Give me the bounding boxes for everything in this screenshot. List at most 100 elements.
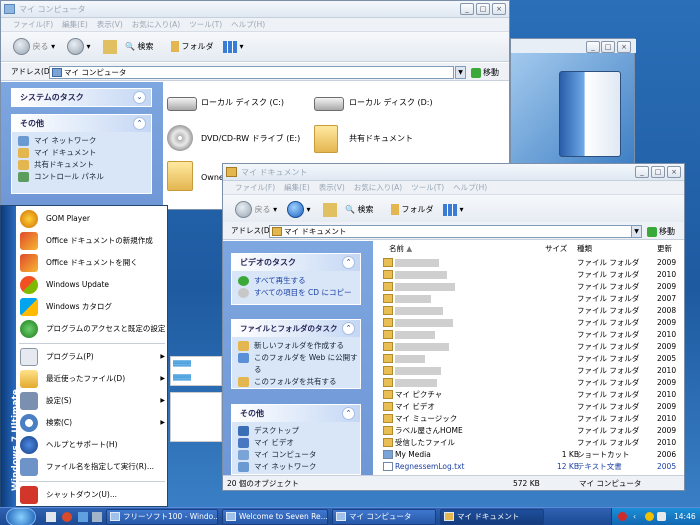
start-button[interactable]	[6, 508, 36, 525]
help-support-item[interactable]: ヘルプとサポート(H)	[16, 434, 169, 456]
file-row[interactable]: マイ ミュージック ファイル フォルダ 2010	[381, 413, 684, 425]
menu-file[interactable]: ファイル(F)	[235, 183, 275, 192]
file-row[interactable]: マイ ビデオ ファイル フォルダ 2009	[381, 401, 684, 413]
collapse-chevron-icon[interactable]: ⌃	[342, 322, 355, 335]
tray-icon[interactable]	[618, 512, 627, 521]
my-documents-titlebar[interactable]: マイ ドキュメント	[223, 164, 684, 181]
shared-documents-item[interactable]: 共有ドキュメント	[349, 133, 413, 145]
file-row[interactable]: ラベル屋さんHOME ファイル フォルダ 2009	[381, 425, 684, 437]
views-button[interactable]: ▾	[223, 38, 244, 56]
share-folder-link[interactable]: このフォルダを共有する	[232, 376, 360, 388]
bg-maximize-button[interactable]: □	[601, 41, 615, 53]
file-row[interactable]: RegnessemLog.txt 12 KB テキスト文書 2005	[381, 461, 684, 473]
forward-button[interactable]: ▾	[287, 201, 311, 219]
close-button[interactable]: ×	[667, 166, 681, 178]
other-places-header[interactable]: その他 ⌃	[12, 115, 151, 132]
go-button[interactable]: 移動	[471, 66, 499, 79]
file-row[interactable]: ファイル フォルダ 2009	[381, 341, 684, 353]
menu-view[interactable]: 表示(V)	[97, 20, 123, 29]
go-button[interactable]: 移動	[647, 225, 675, 238]
menu-file[interactable]: ファイル(F)	[13, 20, 53, 29]
file-row[interactable]: ファイル フォルダ 2010	[381, 329, 684, 341]
back-button[interactable]: 戻る ▾	[235, 201, 277, 219]
drive-e[interactable]: DVD/CD-RW ドライブ (E:)	[201, 133, 300, 145]
minimize-button[interactable]: _	[635, 166, 649, 178]
quicklaunch-icon[interactable]	[78, 512, 88, 522]
bg-close-button[interactable]: ×	[617, 41, 631, 53]
windows-update-item[interactable]: Windows Update	[16, 274, 169, 296]
column-date[interactable]: 更新	[657, 241, 672, 257]
tray-icon[interactable]	[645, 512, 654, 521]
collapse-chevron-icon[interactable]: ⌃	[133, 117, 146, 130]
link-shared-documents[interactable]: 共有ドキュメント	[12, 159, 151, 171]
menu-favorites[interactable]: お気に入り(A)	[354, 183, 402, 192]
new-folder-link[interactable]: 新しいフォルダを作成する	[232, 340, 360, 352]
quicklaunch-icon[interactable]	[46, 512, 56, 522]
quicklaunch-icon[interactable]	[62, 512, 72, 522]
minimize-button[interactable]: _	[460, 3, 474, 15]
copy-to-cd-link[interactable]: すべての項目を CD にコピー	[232, 287, 360, 299]
task-my-documents[interactable]: マイ ドキュメント	[440, 509, 544, 525]
drive-d[interactable]: ローカル ディスク (D:)	[349, 97, 433, 109]
recent-files-item[interactable]: 最近使ったファイル(D) ▶	[16, 368, 169, 390]
my-computer-titlebar[interactable]: マイ コンピュータ	[1, 1, 509, 18]
menu-tools[interactable]: ツール(T)	[189, 20, 222, 29]
file-folder-tasks-header[interactable]: ファイルとフォルダのタスク ⌃	[232, 320, 360, 337]
tray-icon[interactable]	[657, 512, 666, 521]
file-row[interactable]: ファイル フォルダ 2009	[381, 257, 684, 269]
shutdown-item[interactable]: シャットダウン(U)...	[16, 484, 169, 506]
video-tasks-header[interactable]: ビデオのタスク ⌃	[232, 254, 360, 271]
menu-help[interactable]: ヘルプ(H)	[231, 20, 265, 29]
column-name[interactable]: 名前 ▲	[389, 241, 412, 257]
gom-player-item[interactable]: GOM Player	[16, 208, 169, 230]
link-my-documents[interactable]: マイ ドキュメント	[12, 147, 151, 159]
address-dropdown[interactable]: ▼	[455, 66, 466, 79]
back-button[interactable]: 戻る ▾	[13, 38, 55, 56]
office-new-item[interactable]: Office ドキュメントの新規作成	[16, 230, 169, 252]
settings-item[interactable]: 設定(S) ▶	[16, 390, 169, 412]
programs-item[interactable]: プログラム(P) ▶	[16, 346, 169, 368]
windows-catalog-item[interactable]: Windows カタログ	[16, 296, 169, 318]
other-places-header[interactable]: その他 ⌃	[232, 405, 360, 422]
views-button[interactable]: ▾	[443, 201, 464, 219]
expand-chevron-icon[interactable]: ⌄	[133, 91, 146, 104]
maximize-button[interactable]: □	[476, 3, 490, 15]
up-folder-button[interactable]	[103, 40, 117, 54]
search-button[interactable]: 🔍 検索	[125, 38, 154, 56]
close-button[interactable]: ×	[492, 3, 506, 15]
file-row[interactable]: ファイル フォルダ 2007	[381, 293, 684, 305]
owner-documents-item[interactable]: Owne	[201, 172, 224, 184]
tray-chevron-icon[interactable]: ‹	[633, 508, 636, 525]
forward-button[interactable]: ▾	[67, 38, 91, 56]
link-desktop[interactable]: デスクトップ	[232, 425, 360, 437]
bg-minimize-button[interactable]: _	[586, 41, 600, 53]
file-row[interactable]: 受信したファイル ファイル フォルダ 2010	[381, 437, 684, 449]
play-all-link[interactable]: すべて再生する	[232, 275, 360, 287]
run-item[interactable]: ファイル名を指定して実行(R)...	[16, 456, 169, 478]
search-item[interactable]: 検索(C) ▶	[16, 412, 169, 434]
menu-edit[interactable]: 編集(E)	[284, 183, 310, 192]
task-seven-remix[interactable]: Welcome to Seven Re...	[222, 509, 328, 525]
address-input[interactable]: マイ コンピュータ	[49, 66, 454, 79]
link-my-videos[interactable]: マイ ビデオ	[232, 437, 360, 449]
collapse-chevron-icon[interactable]: ⌃	[342, 256, 355, 269]
file-row[interactable]: ファイル フォルダ 2008	[381, 305, 684, 317]
maximize-button[interactable]: □	[651, 166, 665, 178]
up-folder-button[interactable]	[323, 203, 337, 217]
task-freesoft[interactable]: フリーソフト100 - Windo...	[106, 509, 218, 525]
menu-favorites[interactable]: お気に入り(A)	[132, 20, 180, 29]
menu-help[interactable]: ヘルプ(H)	[453, 183, 487, 192]
folders-button[interactable]: フォルダ	[171, 38, 214, 56]
file-row[interactable]: ファイル フォルダ 2009	[381, 317, 684, 329]
column-type[interactable]: 種類	[577, 241, 592, 257]
quicklaunch-icon[interactable]	[92, 512, 102, 522]
link-control-panel[interactable]: コントロール パネル	[12, 171, 151, 183]
office-open-item[interactable]: Office ドキュメントを開く	[16, 252, 169, 274]
menu-tools[interactable]: ツール(T)	[411, 183, 444, 192]
menu-view[interactable]: 表示(V)	[319, 183, 345, 192]
search-button[interactable]: 🔍 検索	[345, 201, 374, 219]
system-tasks-header[interactable]: システムのタスク ⌄	[12, 89, 151, 106]
file-row[interactable]: My Media 1 KB ショートカット 2006	[381, 449, 684, 461]
file-row[interactable]: ファイル フォルダ 2009	[381, 377, 684, 389]
task-my-computer[interactable]: マイ コンピュータ	[332, 509, 436, 525]
